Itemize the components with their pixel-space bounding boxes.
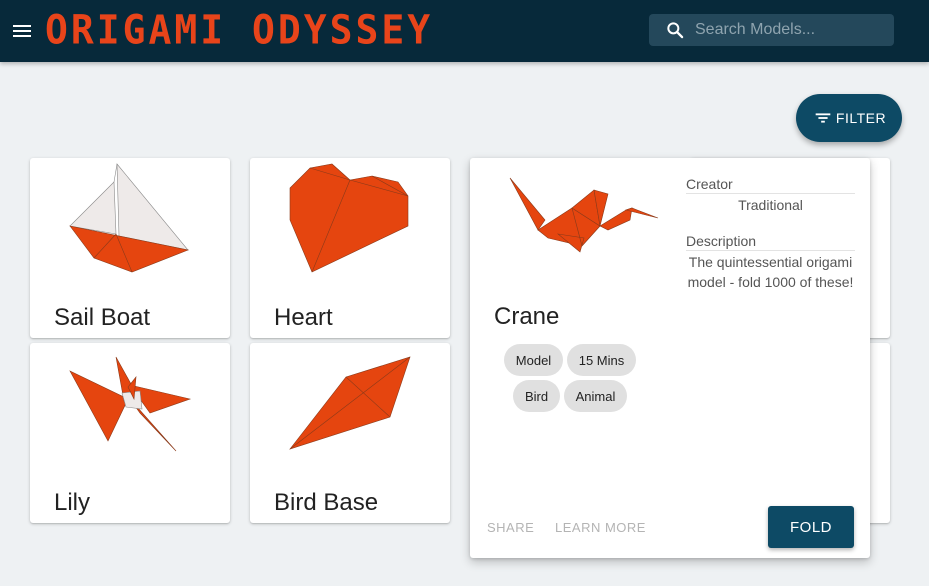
hamburger-menu-icon (13, 25, 31, 37)
description-value: The quintessential origami model - fold … (687, 254, 854, 290)
model-card-lily[interactable]: Lily (30, 343, 230, 523)
tag-chip[interactable]: Bird (513, 380, 560, 412)
crane-image (509, 177, 659, 253)
tag-chip[interactable]: Animal (564, 380, 627, 412)
tag-chip[interactable]: Model (504, 344, 563, 376)
heart-image (289, 163, 409, 273)
app-bar: ORIGAMI ODYSSEY (0, 0, 929, 62)
learn-more-button[interactable]: LEARN MORE (555, 520, 646, 535)
model-card-title: Sail Boat (54, 304, 151, 331)
model-card-title: Lily (54, 489, 91, 516)
tag-chip[interactable]: 15 Mins (567, 344, 636, 376)
fold-button[interactable]: FOLD (768, 506, 854, 548)
search-input[interactable] (695, 14, 885, 46)
search-box[interactable] (649, 14, 894, 46)
sail-boat-image (69, 163, 190, 273)
filter-button-label: FILTER (835, 110, 887, 126)
bird-base-image (289, 356, 411, 450)
creator-label: Creator (686, 176, 855, 194)
model-card-title: Heart (274, 304, 333, 331)
model-detail-title: Crane (494, 303, 560, 330)
app-title: ORIGAMI ODYSSEY (45, 6, 434, 54)
menu-button[interactable] (10, 19, 34, 43)
lily-image (69, 356, 192, 452)
model-card-title: Bird Base (274, 489, 379, 516)
search-icon (667, 22, 684, 39)
model-card-sail-boat[interactable]: Sail Boat (30, 158, 230, 338)
model-card-heart[interactable]: Heart (250, 158, 450, 338)
description-label: Description (686, 233, 855, 251)
model-detail-card: Crane Model 15 Mins Bird Animal Creator … (470, 158, 870, 558)
filter-list-icon (815, 113, 831, 123)
creator-value: Traditional (738, 197, 803, 213)
model-card-bird-base[interactable]: Bird Base (250, 343, 450, 523)
share-button[interactable]: SHARE (487, 520, 534, 535)
filter-button[interactable]: FILTER (796, 94, 902, 142)
